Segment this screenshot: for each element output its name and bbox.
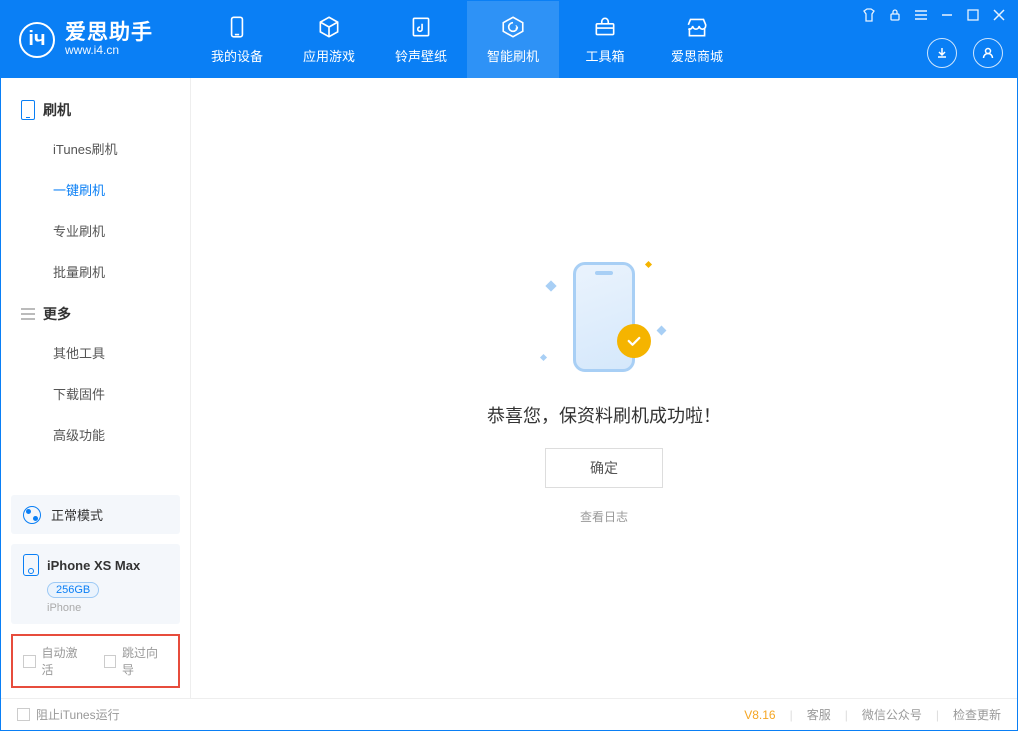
sidebar-item-other-tools[interactable]: 其他工具 [1,332,190,373]
sidebar-item-itunes-flash[interactable]: iTunes刷机 [1,128,190,169]
download-button[interactable] [927,38,957,68]
sidebar: 刷机 iTunes刷机 一键刷机 专业刷机 批量刷机 更多 其他工具 下载固件 … [1,78,191,698]
checkbox-label: 自动激活 [42,644,88,678]
mode-label: 正常模式 [51,505,103,524]
checkbox-block-itunes[interactable]: 阻止iTunes运行 [17,706,120,723]
tab-store[interactable]: 爱思商城 [651,1,743,78]
main-tabs: 我的设备 应用游戏 铃声壁纸 智能刷机 工具箱 爱思商城 [191,1,743,78]
lock-icon[interactable] [887,7,903,23]
close-button[interactable] [991,7,1007,23]
sidebar-section-more: 更多 [1,292,190,332]
mode-card[interactable]: 正常模式 [11,495,180,534]
phone-icon [21,100,35,120]
app-name-cn: 爱思助手 [65,21,153,44]
minimize-button[interactable] [939,7,955,23]
tab-apps-games[interactable]: 应用游戏 [283,1,375,78]
main-content: 恭喜您，保资料刷机成功啦！ 确定 查看日志 [191,78,1017,698]
logo-area: iч 爱思助手 www.i4.cn [1,1,191,78]
tab-label: 智能刷机 [487,46,539,65]
tab-label: 我的设备 [211,46,263,65]
section-title: 更多 [43,304,71,324]
tab-label: 爱思商城 [671,46,723,65]
app-name-en: www.i4.cn [65,44,153,57]
header-actions [927,38,1003,68]
mode-icon [23,506,41,524]
tab-smart-flash[interactable]: 智能刷机 [467,1,559,78]
device-icon [224,14,250,40]
checkbox-label: 阻止iTunes运行 [36,706,120,723]
sidebar-item-download-firmware[interactable]: 下载固件 [1,373,190,414]
toolbox-icon [592,14,618,40]
checkbox-icon [23,655,36,668]
device-icon [23,554,39,576]
version-label: V8.16 [744,708,775,722]
tab-my-device[interactable]: 我的设备 [191,1,283,78]
device-capacity: 256GB [47,582,99,598]
sidebar-item-advanced[interactable]: 高级功能 [1,414,190,455]
device-subtype: iPhone [47,602,168,614]
cube-icon [316,14,342,40]
footer-link-support[interactable]: 客服 [807,706,831,723]
status-bar: 阻止iTunes运行 V8.16 | 客服 | 微信公众号 | 检查更新 [1,698,1017,730]
tab-label: 工具箱 [585,46,624,65]
footer-link-wechat[interactable]: 微信公众号 [862,706,922,723]
logo-text: 爱思助手 www.i4.cn [65,21,153,57]
checkbox-auto-activate[interactable]: 自动激活 [23,644,88,678]
sidebar-section-flash: 刷机 [1,88,190,128]
success-message: 恭喜您，保资料刷机成功啦！ [487,402,721,428]
user-button[interactable] [973,38,1003,68]
checkbox-skip-wizard[interactable]: 跳过向导 [104,644,169,678]
tab-ringtones[interactable]: 铃声壁纸 [375,1,467,78]
tab-toolbox[interactable]: 工具箱 [559,1,651,78]
footer-link-update[interactable]: 检查更新 [953,706,1001,723]
check-badge-icon [617,324,651,358]
section-title: 刷机 [43,100,71,120]
maximize-button[interactable] [965,7,981,23]
shirt-icon[interactable] [861,7,877,23]
success-illustration [539,252,669,382]
logo-icon: iч [19,22,55,58]
tab-label: 铃声壁纸 [395,46,447,65]
checkbox-icon [17,708,30,721]
sidebar-item-batch-flash[interactable]: 批量刷机 [1,251,190,292]
sidebar-item-oneclick-flash[interactable]: 一键刷机 [1,169,190,210]
device-card[interactable]: iPhone XS Max 256GB iPhone [11,544,180,624]
list-icon [21,308,35,320]
refresh-icon [500,14,526,40]
sidebar-item-pro-flash[interactable]: 专业刷机 [1,210,190,251]
tab-label: 应用游戏 [303,46,355,65]
store-icon [684,14,710,40]
menu-icon[interactable] [913,7,929,23]
view-log-link[interactable]: 查看日志 [580,508,628,525]
highlighted-options: 自动激活 跳过向导 [11,634,180,688]
app-header: iч 爱思助手 www.i4.cn 我的设备 应用游戏 铃声壁纸 智能刷机 工具… [1,1,1017,78]
device-name: iPhone XS Max [47,558,140,573]
checkbox-label: 跳过向导 [122,644,168,678]
ok-button[interactable]: 确定 [545,448,663,488]
music-icon [408,14,434,40]
checkbox-icon [104,655,117,668]
window-controls [861,7,1007,23]
